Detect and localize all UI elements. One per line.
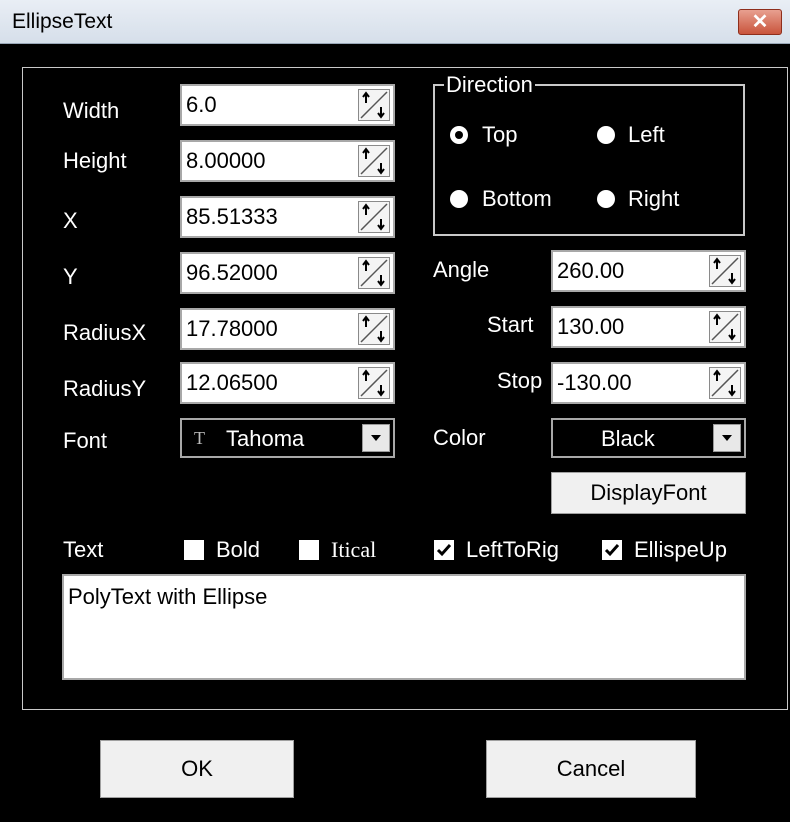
- start-field[interactable]: 130.00: [551, 306, 746, 348]
- radiusx-value: 17.78000: [186, 316, 278, 341]
- spinner-icon: [360, 369, 388, 397]
- ellipse-up-checkbox[interactable]: [602, 540, 622, 560]
- y-value: 96.52000: [186, 260, 278, 285]
- stop-label: Stop: [497, 368, 543, 393]
- radio-left-label: Left: [628, 122, 665, 147]
- radio-top-label: Top: [482, 122, 518, 147]
- radio-right[interactable]: [597, 190, 615, 208]
- radiusy-spinner[interactable]: [358, 367, 390, 399]
- y-label: Y: [63, 264, 78, 289]
- radio-left[interactable]: [597, 126, 615, 144]
- start-label: Start: [487, 312, 534, 337]
- angle-value: 260.00: [557, 258, 625, 283]
- stop-spinner[interactable]: [709, 367, 741, 399]
- height-spinner[interactable]: [358, 145, 390, 177]
- x-field[interactable]: 85.51333: [180, 196, 395, 238]
- font-label: Font: [63, 428, 108, 453]
- display-font-button[interactable]: DisplayFont: [551, 472, 746, 514]
- radio-bottom[interactable]: [450, 190, 468, 208]
- title-bar: EllipseText ✕: [0, 0, 790, 44]
- start-spinner[interactable]: [709, 311, 741, 343]
- spinner-icon: [360, 203, 388, 231]
- color-value: Black: [601, 426, 655, 451]
- spinner-icon: [711, 313, 739, 341]
- radiusy-field[interactable]: 12.06500: [180, 362, 395, 404]
- height-field[interactable]: 8.00000: [180, 140, 395, 182]
- check-icon: [436, 544, 452, 557]
- bold-checkbox[interactable]: [184, 540, 204, 560]
- x-spinner[interactable]: [358, 201, 390, 233]
- width-label: Width: [63, 98, 120, 123]
- direction-group: [433, 84, 745, 236]
- font-type-icon: T: [194, 428, 205, 448]
- spinner-icon: [360, 147, 388, 175]
- x-value: 85.51333: [186, 204, 278, 229]
- close-button[interactable]: ✕: [738, 9, 782, 35]
- y-spinner[interactable]: [358, 257, 390, 289]
- spinner-icon: [360, 259, 388, 287]
- spinner-icon: [360, 91, 388, 119]
- close-icon: ✕: [751, 11, 769, 33]
- width-field[interactable]: 6.0: [180, 84, 395, 126]
- radio-right-label: Right: [628, 186, 680, 211]
- font-value: Tahoma: [226, 426, 305, 451]
- color-label: Color: [433, 425, 486, 450]
- color-select[interactable]: Black: [551, 418, 746, 458]
- text-input-value: PolyText with Ellipse: [68, 584, 268, 609]
- width-spinner[interactable]: [358, 89, 390, 121]
- radiusy-value: 12.06500: [186, 370, 278, 395]
- italic-label: Itical: [331, 537, 377, 562]
- radio-bottom-label: Bottom: [482, 186, 552, 211]
- height-value: 8.00000: [186, 148, 266, 173]
- spinner-icon: [360, 315, 388, 343]
- radiusy-label: RadiusY: [63, 376, 147, 401]
- start-value: 130.00: [557, 314, 625, 339]
- radio-top[interactable]: [450, 126, 468, 144]
- ellipse-up-label: EllispeUp: [634, 537, 727, 562]
- height-label: Height: [63, 148, 127, 173]
- chevron-down-icon[interactable]: [713, 424, 741, 452]
- y-field[interactable]: 96.52000: [180, 252, 395, 294]
- window-title: EllipseText: [12, 10, 113, 33]
- ok-button[interactable]: OK: [100, 740, 294, 798]
- width-value: 6.0: [186, 92, 217, 117]
- angle-spinner[interactable]: [709, 255, 741, 287]
- spinner-icon: [711, 369, 739, 397]
- left-to-right-checkbox[interactable]: [434, 540, 454, 560]
- direction-title: Direction: [444, 72, 535, 98]
- spinner-icon: [711, 257, 739, 285]
- radiusx-field[interactable]: 17.78000: [180, 308, 395, 350]
- chevron-down-icon[interactable]: [362, 424, 390, 452]
- text-label: Text: [63, 537, 104, 562]
- radiusx-label: RadiusX: [63, 320, 147, 345]
- font-select[interactable]: T Tahoma: [180, 418, 395, 458]
- x-label: X: [63, 208, 78, 233]
- text-input[interactable]: PolyText with Ellipse: [62, 574, 746, 680]
- cancel-button[interactable]: Cancel: [486, 740, 696, 798]
- angle-label: Angle: [433, 257, 490, 282]
- check-icon: [604, 544, 620, 557]
- bold-label: Bold: [216, 537, 261, 562]
- angle-field[interactable]: 260.00: [551, 250, 746, 292]
- ellipse-text-dialog: EllipseText ✕ Width 6.0 Height 8.00000 X…: [0, 0, 790, 822]
- stop-field[interactable]: -130.00: [551, 362, 746, 404]
- radiusx-spinner[interactable]: [358, 313, 390, 345]
- italic-checkbox[interactable]: [299, 540, 319, 560]
- stop-value: -130.00: [557, 370, 632, 395]
- left-to-right-label: LeftToRig: [466, 537, 559, 562]
